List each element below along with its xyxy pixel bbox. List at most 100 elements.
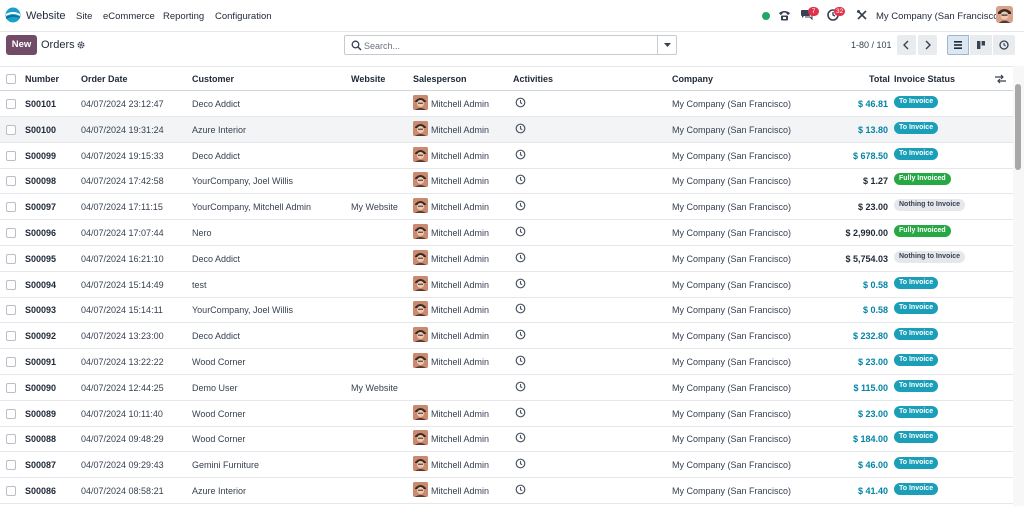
column-activities[interactable]: Activities bbox=[513, 74, 553, 84]
pager-value[interactable]: 1-80 / 101 bbox=[851, 40, 892, 50]
invoice-status-badge: To Invoice bbox=[894, 147, 939, 160]
row-checkbox[interactable] bbox=[6, 305, 16, 316]
table-row[interactable]: S00093 04/07/2024 15:14:11 YourCompany, Jo… bbox=[0, 297, 1013, 324]
table-row[interactable]: S00095 04/07/2024 16:21:10 Deco Addict My C… bbox=[0, 246, 1013, 272]
row-checkbox[interactable] bbox=[6, 150, 16, 161]
column-invoice-status[interactable]: Invoice Status bbox=[894, 74, 955, 84]
salesperson-avatar bbox=[413, 95, 428, 110]
salesperson-name: Mitchell Admin bbox=[431, 408, 490, 419]
row-checkbox[interactable] bbox=[6, 202, 16, 213]
column-customer[interactable]: Customer bbox=[192, 74, 234, 84]
table-row[interactable]: S00097 04/07/2024 17:11:15 YourCompany, Mi… bbox=[0, 194, 1013, 221]
activities-count-badge: 32 bbox=[834, 7, 846, 16]
table-row[interactable]: S00089 04/07/2024 10:11:40 Wood Corner My C… bbox=[0, 401, 1013, 427]
activity-clock-icon[interactable] bbox=[515, 355, 526, 366]
kanban-view-button[interactable] bbox=[970, 35, 992, 55]
app-name[interactable]: Website bbox=[26, 10, 66, 22]
company-name: My Company (San Francisco) bbox=[672, 253, 792, 264]
invoice-status-badge: To Invoice bbox=[894, 121, 939, 134]
select-all-checkbox[interactable] bbox=[6, 74, 16, 84]
activity-clock-icon[interactable] bbox=[515, 484, 526, 495]
row-checkbox[interactable] bbox=[6, 434, 16, 445]
activity-clock-icon[interactable] bbox=[515, 432, 526, 443]
pager-next-button[interactable] bbox=[918, 35, 937, 55]
salesperson-name: Mitchell Admin bbox=[431, 176, 490, 187]
activity-clock-icon[interactable] bbox=[515, 123, 526, 134]
row-checkbox[interactable] bbox=[6, 279, 16, 290]
search-input[interactable] bbox=[364, 38, 654, 53]
column-website[interactable]: Website bbox=[351, 74, 385, 84]
website-app-icon[interactable] bbox=[5, 7, 21, 23]
search-options-toggle[interactable] bbox=[657, 36, 676, 54]
salesperson-avatar bbox=[413, 430, 428, 446]
salesperson-avatar bbox=[413, 224, 428, 239]
column-total[interactable]: Total bbox=[869, 74, 890, 84]
kanban-view-icon bbox=[977, 41, 985, 49]
gear-icon[interactable] bbox=[77, 41, 85, 49]
row-checkbox[interactable] bbox=[6, 253, 16, 264]
table-row[interactable]: S00090 04/07/2024 12:44:25 Demo User My Web… bbox=[0, 375, 1013, 401]
menu-reporting[interactable]: Reporting bbox=[163, 11, 204, 22]
menu-configuration[interactable]: Configuration bbox=[215, 11, 272, 22]
activity-clock-icon[interactable] bbox=[515, 381, 526, 392]
salesperson-name: Mitchell Admin bbox=[431, 99, 490, 109]
scrollbar-thumb[interactable] bbox=[1015, 84, 1021, 170]
salesperson-avatar bbox=[413, 482, 428, 497]
table-row[interactable]: S00101 04/07/2024 23:12:47 Deco Addict My C… bbox=[0, 91, 1013, 117]
activity-clock-icon[interactable] bbox=[515, 174, 526, 185]
order-date: 04/07/2024 17:42:58 bbox=[81, 176, 164, 187]
activity-clock-icon[interactable] bbox=[515, 200, 526, 211]
column-salesperson[interactable]: Salesperson bbox=[413, 74, 467, 84]
new-button[interactable]: New bbox=[6, 35, 37, 55]
activity-clock-icon[interactable] bbox=[515, 458, 526, 469]
list-view-button[interactable] bbox=[947, 35, 969, 55]
company-switcher[interactable]: My Company (San Francisco) bbox=[876, 11, 1002, 22]
table-row[interactable]: S00096 04/07/2024 17:07:44 Nero My Company … bbox=[0, 220, 1013, 246]
pager-previous-button[interactable] bbox=[897, 35, 916, 55]
column-company[interactable]: Company bbox=[672, 74, 713, 84]
row-checkbox[interactable] bbox=[6, 382, 16, 393]
activity-clock-icon[interactable] bbox=[515, 303, 526, 314]
row-checkbox[interactable] bbox=[6, 331, 16, 342]
row-checkbox[interactable] bbox=[6, 99, 16, 109]
activity-clock-icon[interactable] bbox=[515, 407, 526, 418]
activity-clock-icon[interactable] bbox=[515, 226, 526, 237]
invoice-status-badge: To Invoice bbox=[894, 328, 939, 341]
customer-name: Wood Corner bbox=[192, 434, 246, 445]
row-checkbox[interactable] bbox=[6, 357, 16, 367]
table-row[interactable]: S00099 04/07/2024 19:15:33 Deco Addict My C… bbox=[0, 143, 1013, 169]
activity-clock-icon[interactable] bbox=[515, 278, 526, 289]
activity-clock-icon[interactable] bbox=[515, 149, 526, 160]
row-checkbox[interactable] bbox=[6, 460, 16, 471]
table-header: Number Order Date Customer Website Sales… bbox=[0, 66, 1013, 91]
order-number: S00093 bbox=[25, 305, 57, 316]
activity-clock-icon[interactable] bbox=[515, 329, 526, 340]
optional-columns-toggle-icon[interactable] bbox=[995, 74, 1006, 84]
row-checkbox[interactable] bbox=[6, 176, 16, 187]
phone-icon[interactable] bbox=[778, 9, 791, 21]
row-checkbox[interactable] bbox=[6, 228, 16, 238]
activity-clock-icon[interactable] bbox=[515, 97, 526, 108]
table-row[interactable]: S00092 04/07/2024 13:23:00 Deco Addict My C… bbox=[0, 323, 1013, 350]
table-row[interactable]: S00087 04/07/2024 09:29:43 Gemini Furnitur… bbox=[0, 452, 1013, 479]
menu-ecommerce[interactable]: eCommerce bbox=[103, 11, 155, 22]
table-row[interactable]: S00088 04/07/2024 09:48:29 Wood Corner My C… bbox=[0, 426, 1013, 453]
menu-site[interactable]: Site bbox=[76, 11, 92, 22]
row-checkbox[interactable] bbox=[6, 124, 16, 135]
table-row[interactable]: S00098 04/07/2024 17:42:58 YourCompany, Jo… bbox=[0, 168, 1013, 195]
activity-view-button[interactable] bbox=[993, 35, 1015, 55]
activity-clock-icon[interactable] bbox=[515, 252, 526, 263]
table-row[interactable]: S00100 04/07/2024 19:31:24 Azure Interior M… bbox=[0, 116, 1013, 143]
column-number[interactable]: Number bbox=[25, 74, 59, 84]
user-avatar[interactable] bbox=[996, 6, 1013, 23]
table-row[interactable]: S00086 04/07/2024 08:58:21 Azure Interior M… bbox=[0, 478, 1013, 504]
search-bar[interactable] bbox=[344, 35, 677, 55]
table-row[interactable]: S00091 04/07/2024 13:22:22 Wood Corner My C… bbox=[0, 349, 1013, 375]
row-checkbox[interactable] bbox=[6, 486, 16, 496]
row-checkbox[interactable] bbox=[6, 408, 16, 419]
debug-tools-icon[interactable] bbox=[856, 9, 868, 21]
order-total: $ 23.00 bbox=[857, 202, 888, 213]
table-row[interactable]: S00094 04/07/2024 15:14:49 test My Company … bbox=[0, 272, 1013, 298]
salesperson-avatar bbox=[413, 120, 428, 136]
column-order-date[interactable]: Order Date bbox=[81, 74, 128, 84]
